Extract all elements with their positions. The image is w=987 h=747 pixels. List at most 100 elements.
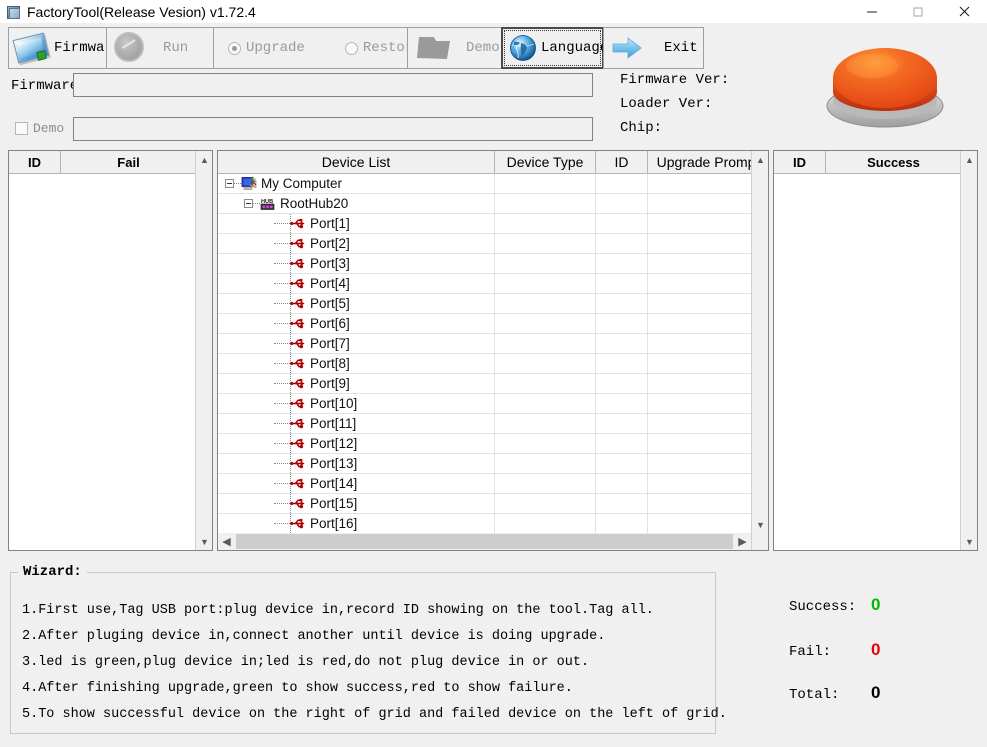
device-tree-row[interactable]: Port[3] <box>218 254 751 274</box>
demo-path-input[interactable] <box>73 117 593 141</box>
device-tree-cell-prompt <box>648 274 751 293</box>
upgrade-radio[interactable]: Upgrade <box>228 40 305 56</box>
device-tree-cell-type <box>495 314 596 333</box>
device-tree-cell-prompt <box>648 474 751 493</box>
device-tree-cell-prompt <box>648 314 751 333</box>
device-tree-row[interactable]: Port[15] <box>218 494 751 514</box>
device-tree-cell-name: Port[8] <box>218 354 495 373</box>
tree-connector-line <box>290 514 291 533</box>
minimize-button[interactable] <box>849 0 895 23</box>
device-tree-label: My Computer <box>261 176 343 191</box>
scroll-right-icon[interactable]: ▶ <box>734 533 751 550</box>
device-tree-row[interactable]: Port[2] <box>218 234 751 254</box>
firmware-path-input[interactable] <box>73 73 593 97</box>
device-tree-cell-id <box>596 454 648 473</box>
device-tree-row[interactable]: Port[11] <box>218 414 751 434</box>
device-tree-row[interactable]: My Computer <box>218 174 751 194</box>
device-tree-label: Port[8] <box>310 356 350 371</box>
device-tree-label: Port[11] <box>310 416 357 431</box>
scroll-up-icon[interactable]: ▲ <box>961 151 978 168</box>
close-button[interactable] <box>941 0 987 23</box>
maximize-button[interactable] <box>895 0 941 23</box>
device-tree-cell-type <box>495 494 596 513</box>
fail-col-fail[interactable]: Fail <box>61 151 196 173</box>
device-tree-label: Port[10] <box>310 396 358 411</box>
device-tree-row[interactable]: HUB RootHub20 <box>218 194 751 214</box>
tree-connector-dots <box>274 522 290 525</box>
tree-connector-dots <box>274 302 290 305</box>
device-tree-cell-id <box>596 274 648 293</box>
device-tree-cell-type <box>495 334 596 353</box>
device-tree-cell-name: Port[13] <box>218 454 495 473</box>
device-col-id[interactable]: ID <box>596 151 648 173</box>
device-tree-row[interactable]: Port[1] <box>218 214 751 234</box>
fail-col-id[interactable]: ID <box>9 151 61 173</box>
total-count-value: 0 <box>871 683 881 702</box>
usb-icon <box>290 217 306 230</box>
device-tree-cell-id <box>596 334 648 353</box>
device-tree-label: Port[12] <box>310 436 358 451</box>
fail-count-label: Fail: <box>789 644 832 660</box>
scroll-down-icon[interactable]: ▼ <box>752 516 769 533</box>
device-tree-cell-type <box>495 434 596 453</box>
success-grid-vscrollbar[interactable]: ▲ ▼ <box>960 151 977 550</box>
device-tree-cell-id <box>596 314 648 333</box>
device-tree-cell-type <box>495 274 596 293</box>
device-tree-row[interactable]: Port[6] <box>218 314 751 334</box>
device-tree-cell-prompt <box>648 234 751 253</box>
usb-icon <box>290 277 306 290</box>
scroll-up-icon[interactable]: ▲ <box>196 151 213 168</box>
scroll-down-icon[interactable]: ▼ <box>961 533 978 550</box>
device-tree-cell-type <box>495 474 596 493</box>
device-col-device-type[interactable]: Device Type <box>495 151 596 173</box>
device-tree-row[interactable]: Port[14] <box>218 474 751 494</box>
tree-connector-dots <box>274 482 290 485</box>
device-tree-row[interactable]: Port[7] <box>218 334 751 354</box>
device-tree-row[interactable]: Port[10] <box>218 394 751 414</box>
upgrade-radio-indicator <box>228 41 241 55</box>
device-tree-row[interactable]: Port[16] <box>218 514 751 533</box>
device-tree-row[interactable]: Port[8] <box>218 354 751 374</box>
device-col-upgrade-prompt[interactable]: Upgrade Prompt <box>648 151 768 173</box>
exit-button[interactable]: Exit <box>603 27 704 69</box>
demo-button[interactable]: Demo <box>407 27 502 69</box>
device-tree-cell-type <box>495 454 596 473</box>
demo-checkbox-indicator <box>15 122 28 135</box>
device-tree-cell-id <box>596 194 648 213</box>
loader-version-label: Loader Ver: <box>620 96 713 112</box>
device-tree-label: Port[16] <box>310 516 358 531</box>
scroll-left-icon[interactable]: ◀ <box>218 533 235 550</box>
tree-connector-dots <box>274 262 290 265</box>
device-grid-vscrollbar[interactable]: ▲ ▼ <box>751 151 768 550</box>
demo-checkbox[interactable]: Demo <box>15 121 64 136</box>
success-col-success[interactable]: Success <box>826 151 961 173</box>
device-tree-row[interactable]: Port[12] <box>218 434 751 454</box>
device-tree-cell-id <box>596 514 648 533</box>
device-tree-cell-type <box>495 174 596 193</box>
hscroll-thumb[interactable] <box>236 534 733 549</box>
device-grid-hscrollbar[interactable]: ◀ ▶ <box>218 533 751 550</box>
success-col-id[interactable]: ID <box>774 151 826 173</box>
device-col-device-list[interactable]: Device List <box>218 151 495 173</box>
device-tree-cell-type <box>495 374 596 393</box>
device-tree-row[interactable]: Port[9] <box>218 374 751 394</box>
device-tree-cell-prompt <box>648 214 751 233</box>
scroll-up-icon[interactable]: ▲ <box>752 151 769 168</box>
device-tree-row[interactable]: Port[5] <box>218 294 751 314</box>
device-tree-row[interactable]: Port[13] <box>218 454 751 474</box>
tree-collapse-icon[interactable] <box>244 199 253 208</box>
device-tree-label: Port[6] <box>310 316 350 331</box>
firmware-button[interactable]: Firmware <box>8 27 121 69</box>
wizard-line-4: 4.After finishing upgrade,green to show … <box>22 681 573 696</box>
scroll-down-icon[interactable]: ▼ <box>196 533 213 550</box>
device-tree-row[interactable]: Port[4] <box>218 274 751 294</box>
device-tree-cell-prompt <box>648 394 751 413</box>
run-button[interactable]: Run <box>106 27 214 69</box>
device-tree-cell-name: Port[15] <box>218 494 495 513</box>
fail-grid-vscrollbar[interactable]: ▲ ▼ <box>195 151 212 550</box>
tree-collapse-icon[interactable] <box>225 179 234 188</box>
language-button[interactable]: Language <box>501 27 608 69</box>
start-push-button[interactable] <box>822 30 948 134</box>
usb-icon <box>290 397 306 410</box>
device-tree-cell-name: Port[16] <box>218 514 495 533</box>
